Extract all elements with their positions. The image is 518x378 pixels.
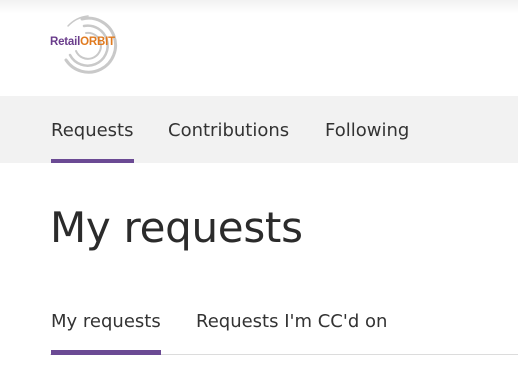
nav-tab-requests[interactable]: Requests <box>51 96 134 163</box>
nav-tab-contributions[interactable]: Contributions <box>168 96 289 163</box>
logo-text-orbit: ORBIT <box>80 36 115 48</box>
page: RetailORBIT Requests Contributions Follo… <box>0 0 518 378</box>
site-header: RetailORBIT <box>0 0 518 96</box>
logo-text-retail: Retail <box>50 36 81 48</box>
nav-tab-following[interactable]: Following <box>325 96 409 163</box>
logo-wordmark: RetailORBIT <box>50 36 115 48</box>
main-nav: Requests Contributions Following <box>0 96 518 163</box>
retailorbit-logo[interactable]: RetailORBIT <box>48 14 132 74</box>
subtab-requests-cc[interactable]: Requests I'm CC'd on <box>196 300 387 354</box>
page-title: My requests <box>50 203 303 252</box>
subtab-my-requests[interactable]: My requests <box>51 300 161 355</box>
requests-subtabs: My requests Requests I'm CC'd on <box>50 300 518 355</box>
